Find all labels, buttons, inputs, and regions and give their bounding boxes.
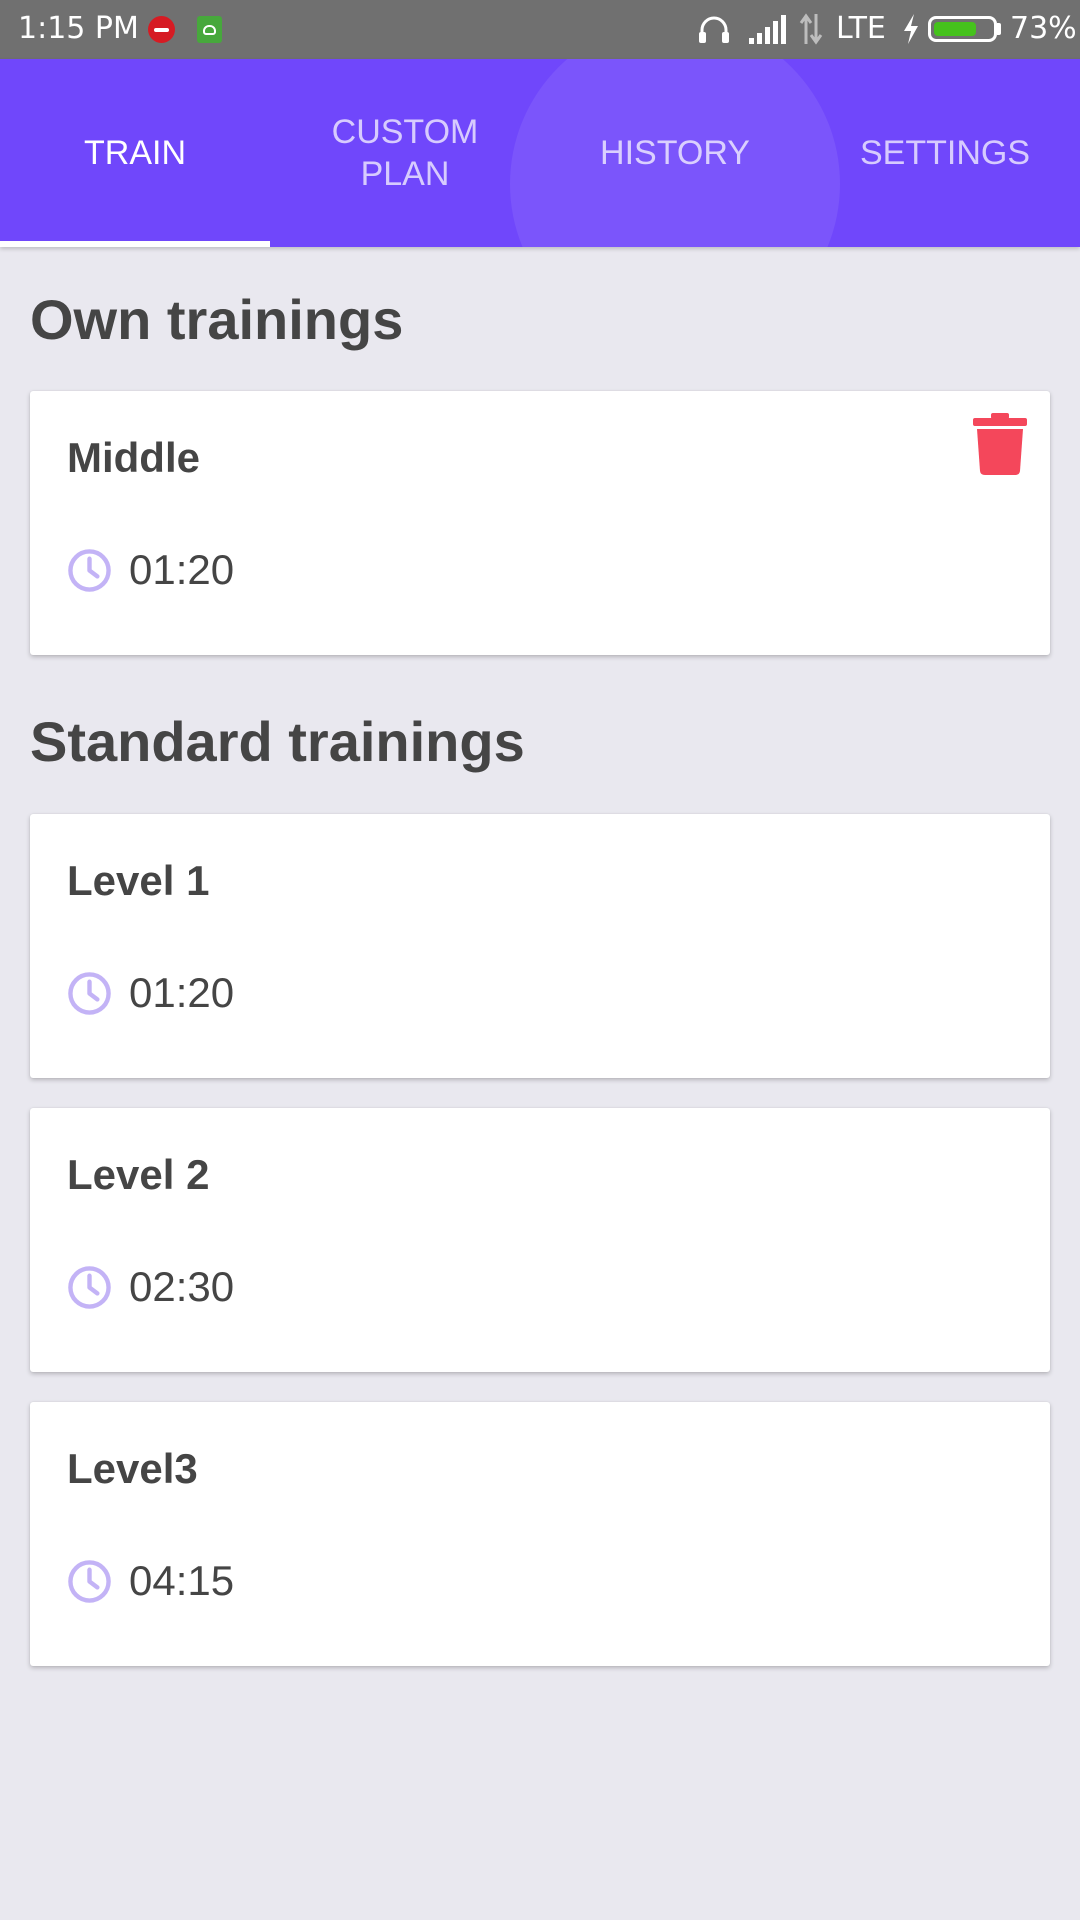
tab-train-label: TRAIN bbox=[84, 134, 186, 172]
charging-icon bbox=[904, 14, 918, 44]
signal-icon bbox=[749, 15, 786, 44]
status-bar: 1:15 PM LTE 73% bbox=[0, 0, 1080, 59]
battery-nub bbox=[997, 23, 1001, 35]
clock-icon bbox=[68, 549, 111, 592]
tab-bar: TRAIN CUSTOM PLAN HISTORY SETTINGS bbox=[0, 59, 1080, 247]
recording-notification-icon bbox=[148, 16, 175, 43]
tab-custom-plan-label-line1: CUSTOM bbox=[331, 113, 479, 151]
training-card-level-1[interactable]: Level 1 01:20 bbox=[30, 814, 1050, 1078]
trash-icon[interactable] bbox=[972, 411, 1028, 477]
clock-icon bbox=[68, 1266, 111, 1309]
own-trainings-heading: Own trainings bbox=[30, 288, 404, 351]
training-name: Level3 bbox=[67, 1445, 198, 1492]
training-name: Middle bbox=[67, 434, 200, 481]
tab-custom-plan[interactable]: CUSTOM PLAN bbox=[270, 59, 540, 247]
tab-history[interactable]: HISTORY bbox=[540, 59, 810, 247]
training-card-level-2[interactable]: Level 2 02:30 bbox=[30, 1108, 1050, 1372]
tab-history-label: HISTORY bbox=[600, 134, 750, 172]
training-name: Level 1 bbox=[67, 857, 210, 904]
android-notification-icon bbox=[197, 16, 222, 43]
tab-settings[interactable]: SETTINGS bbox=[810, 59, 1080, 247]
headphones-icon bbox=[699, 16, 729, 43]
training-duration: 02:30 bbox=[129, 1263, 235, 1310]
training-duration: 04:15 bbox=[129, 1557, 235, 1604]
standard-trainings-heading: Standard trainings bbox=[30, 710, 525, 773]
training-duration: 01:20 bbox=[129, 969, 235, 1016]
training-duration: 01:20 bbox=[129, 546, 235, 593]
battery-percent: 73% bbox=[1010, 11, 1077, 46]
active-tab-indicator bbox=[0, 241, 270, 247]
training-name: Level 2 bbox=[67, 1151, 210, 1198]
tab-settings-label: SETTINGS bbox=[859, 134, 1031, 172]
data-arrows-icon bbox=[799, 13, 823, 45]
network-type: LTE bbox=[836, 11, 886, 46]
clock-icon bbox=[68, 1560, 111, 1603]
battery-icon bbox=[928, 16, 997, 42]
status-time: 1:15 PM bbox=[18, 11, 139, 46]
battery-level-fill bbox=[934, 22, 976, 36]
clock-icon bbox=[68, 972, 111, 1015]
training-card-middle[interactable]: Middle 01:20 bbox=[30, 391, 1050, 655]
tab-custom-plan-label-line2: PLAN bbox=[360, 155, 450, 193]
training-card-level3[interactable]: Level3 04:15 bbox=[30, 1402, 1050, 1666]
tab-train[interactable]: TRAIN bbox=[0, 59, 270, 247]
